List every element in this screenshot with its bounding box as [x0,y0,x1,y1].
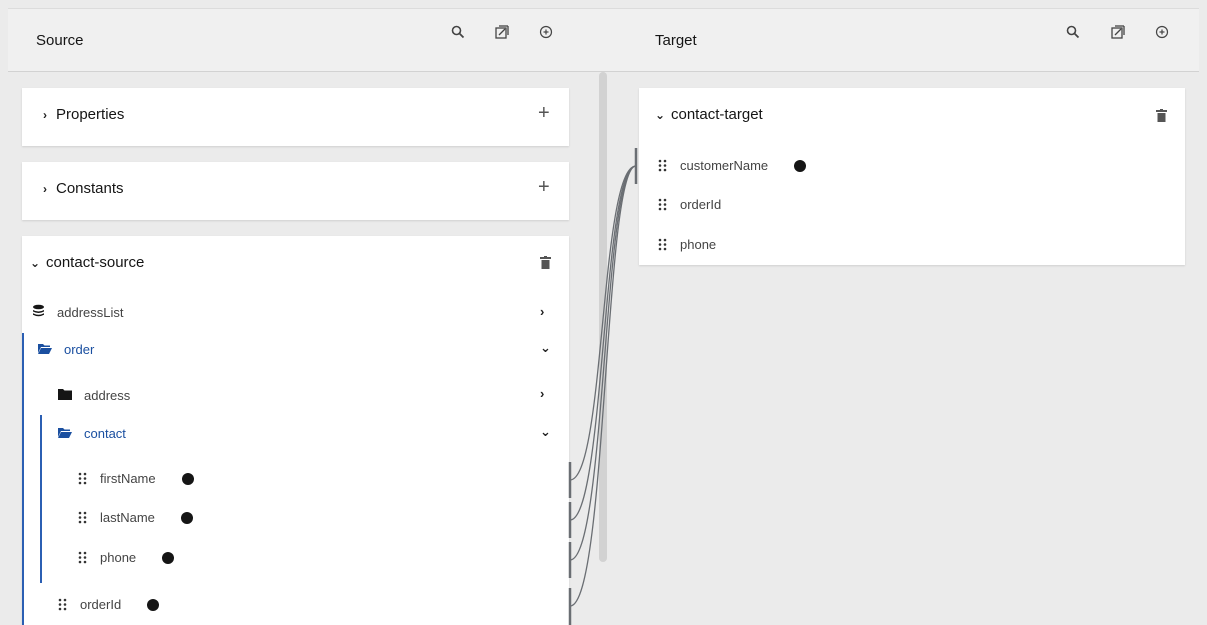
chevron-right-icon[interactable]: › [540,304,544,319]
source-title: Source [36,31,84,49]
drag-handle-icon[interactable] [658,238,668,251]
search-icon[interactable] [448,22,468,42]
phone-label: phone [100,550,137,565]
target-field-customername[interactable]: customerName [658,158,807,173]
chevron-right-icon: › [43,107,47,122]
properties-header[interactable]: › Properties [40,106,124,123]
constants-label: Constants [56,180,124,197]
contact-label: contact [84,426,126,441]
chevron-right-icon: › [43,181,47,196]
target-phone-label: phone [680,237,717,252]
tree-item-addresslist[interactable]: addressList [32,304,123,320]
add-circle-icon[interactable] [536,22,556,42]
add-property-button[interactable]: + [538,102,550,125]
chevron-right-icon[interactable]: › [540,386,544,401]
drag-handle-icon[interactable] [78,511,88,524]
folder-open-icon [58,426,72,441]
folder-icon [58,388,72,403]
folder-open-icon [38,342,52,357]
contact-source-header[interactable]: ⌄ contact-source [30,254,144,271]
order-label: order [64,342,95,357]
chevron-down-icon[interactable]: ⌄ [540,424,551,440]
drag-handle-icon[interactable] [78,472,88,485]
mapped-indicator [181,472,194,485]
drag-handle-icon[interactable] [658,159,668,172]
order-tree-indicator [22,333,24,625]
trash-icon[interactable] [540,256,551,274]
search-icon[interactable] [1063,22,1083,42]
contact-source-label: contact-source [46,254,145,271]
add-constant-button[interactable]: + [538,176,550,199]
address-label: address [84,388,131,403]
target-field-orderid[interactable]: orderId [658,197,721,212]
chevron-down-icon[interactable]: ⌄ [540,340,551,356]
drag-handle-icon[interactable] [78,551,88,564]
lastname-label: lastName [100,510,155,525]
source-scrollbar[interactable] [599,72,607,562]
import-icon[interactable] [1108,22,1128,42]
tree-item-order[interactable]: order [38,342,94,357]
contact-target-card: ⌄ contact-target [639,88,1185,265]
target-orderid-label: orderId [680,197,722,212]
field-orderid[interactable]: orderId [58,597,160,612]
mapped-indicator [180,511,193,524]
chevron-down-icon: ⌄ [30,255,41,270]
constants-card[interactable]: › Constants + [22,162,569,220]
field-lastname[interactable]: lastName [78,510,193,525]
mapped-indicator [794,159,807,172]
customername-label: customerName [680,158,769,173]
target-field-phone[interactable]: phone [658,237,716,252]
contact-tree-indicator [40,415,42,583]
trash-icon[interactable] [1156,109,1167,127]
drag-handle-icon[interactable] [58,598,68,611]
collection-icon [32,304,45,320]
orderid-label: orderId [80,597,122,612]
add-circle-icon[interactable] [1152,22,1172,42]
chevron-down-icon: ⌄ [655,107,666,122]
properties-label: Properties [56,106,125,123]
field-firstname[interactable]: firstName [78,471,194,486]
drag-handle-icon[interactable] [658,198,668,211]
properties-card[interactable]: › Properties + [22,88,569,146]
contact-target-header[interactable]: ⌄ contact-target [655,106,763,123]
tree-item-address[interactable]: address [58,388,130,403]
import-icon[interactable] [492,22,512,42]
mapped-indicator [162,551,175,564]
tree-item-contact[interactable]: contact [58,426,126,441]
constants-header[interactable]: › Constants [40,180,124,197]
target-title: Target [655,31,697,49]
mapped-indicator [147,598,160,611]
firstname-label: firstName [100,471,156,486]
contact-target-label: contact-target [671,106,763,123]
field-phone[interactable]: phone [78,550,175,565]
addresslist-label: addressList [57,304,124,320]
